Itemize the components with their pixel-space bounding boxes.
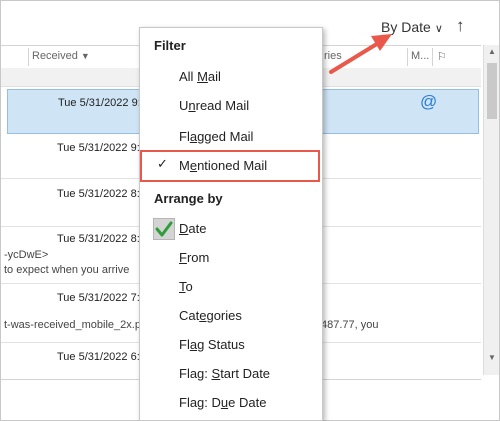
menu-item-categories[interactable]: Categories bbox=[179, 308, 242, 323]
mention-icon: @ bbox=[420, 92, 438, 111]
sort-desc-icon: ▼ bbox=[80, 51, 90, 61]
message-snippet: to expect when you arrive bbox=[4, 264, 130, 276]
scrollbar-thumb[interactable] bbox=[487, 63, 497, 119]
scroll-up-icon[interactable]: ▲ bbox=[484, 45, 499, 59]
menu-item-date[interactable]: Date bbox=[179, 221, 206, 236]
menu-item-flag-start-date[interactable]: Flag: Start Date bbox=[179, 366, 270, 381]
menu-item-flag-due-date[interactable]: Flag: Due Date bbox=[179, 395, 266, 410]
vertical-scrollbar[interactable]: ▲ ▼ bbox=[483, 45, 499, 375]
menu-item-flagged-mail[interactable]: Flagged Mail bbox=[179, 129, 253, 144]
menu-item-all-mail[interactable]: All Mail bbox=[179, 69, 221, 84]
column-received[interactable]: Received ▼ bbox=[32, 50, 90, 62]
menu-item-flag-status[interactable]: Flag Status bbox=[179, 337, 245, 352]
column-mentions[interactable]: M... bbox=[411, 50, 429, 62]
menu-item-to[interactable]: To bbox=[179, 279, 193, 294]
arrange-by-header: Arrange by bbox=[154, 191, 223, 206]
message-snippet: t-was-received_mobile_2x.p bbox=[4, 319, 141, 331]
scroll-down-icon[interactable]: ▼ bbox=[484, 351, 499, 365]
filter-header: Filter bbox=[154, 38, 186, 53]
column-divider bbox=[28, 48, 29, 66]
column-divider bbox=[432, 48, 433, 66]
message-snippet: 487.77, you bbox=[321, 319, 379, 331]
sort-label: By Date bbox=[381, 19, 431, 35]
menu-item-mentioned-mail[interactable]: Mentioned Mail bbox=[179, 158, 267, 173]
green-check-icon bbox=[155, 221, 173, 237]
sort-filter-dropdown: Filter All Mail Unread Mail Flagged Mail… bbox=[139, 27, 323, 421]
column-divider bbox=[407, 48, 408, 66]
menu-item-from[interactable]: From bbox=[179, 250, 209, 265]
sort-direction-icon[interactable]: ↑ bbox=[456, 16, 465, 36]
sort-by-button[interactable]: By Date ∨ bbox=[381, 19, 443, 35]
chevron-down-icon: ∨ bbox=[434, 23, 443, 35]
flag-column-icon[interactable]: ⚐ bbox=[437, 50, 447, 63]
check-icon: ✓ bbox=[157, 156, 168, 171]
column-categories[interactable]: ries bbox=[324, 50, 342, 62]
menu-item-unread-mail[interactable]: Unread Mail bbox=[179, 98, 249, 113]
message-snippet: -ycDwE> bbox=[4, 249, 49, 261]
